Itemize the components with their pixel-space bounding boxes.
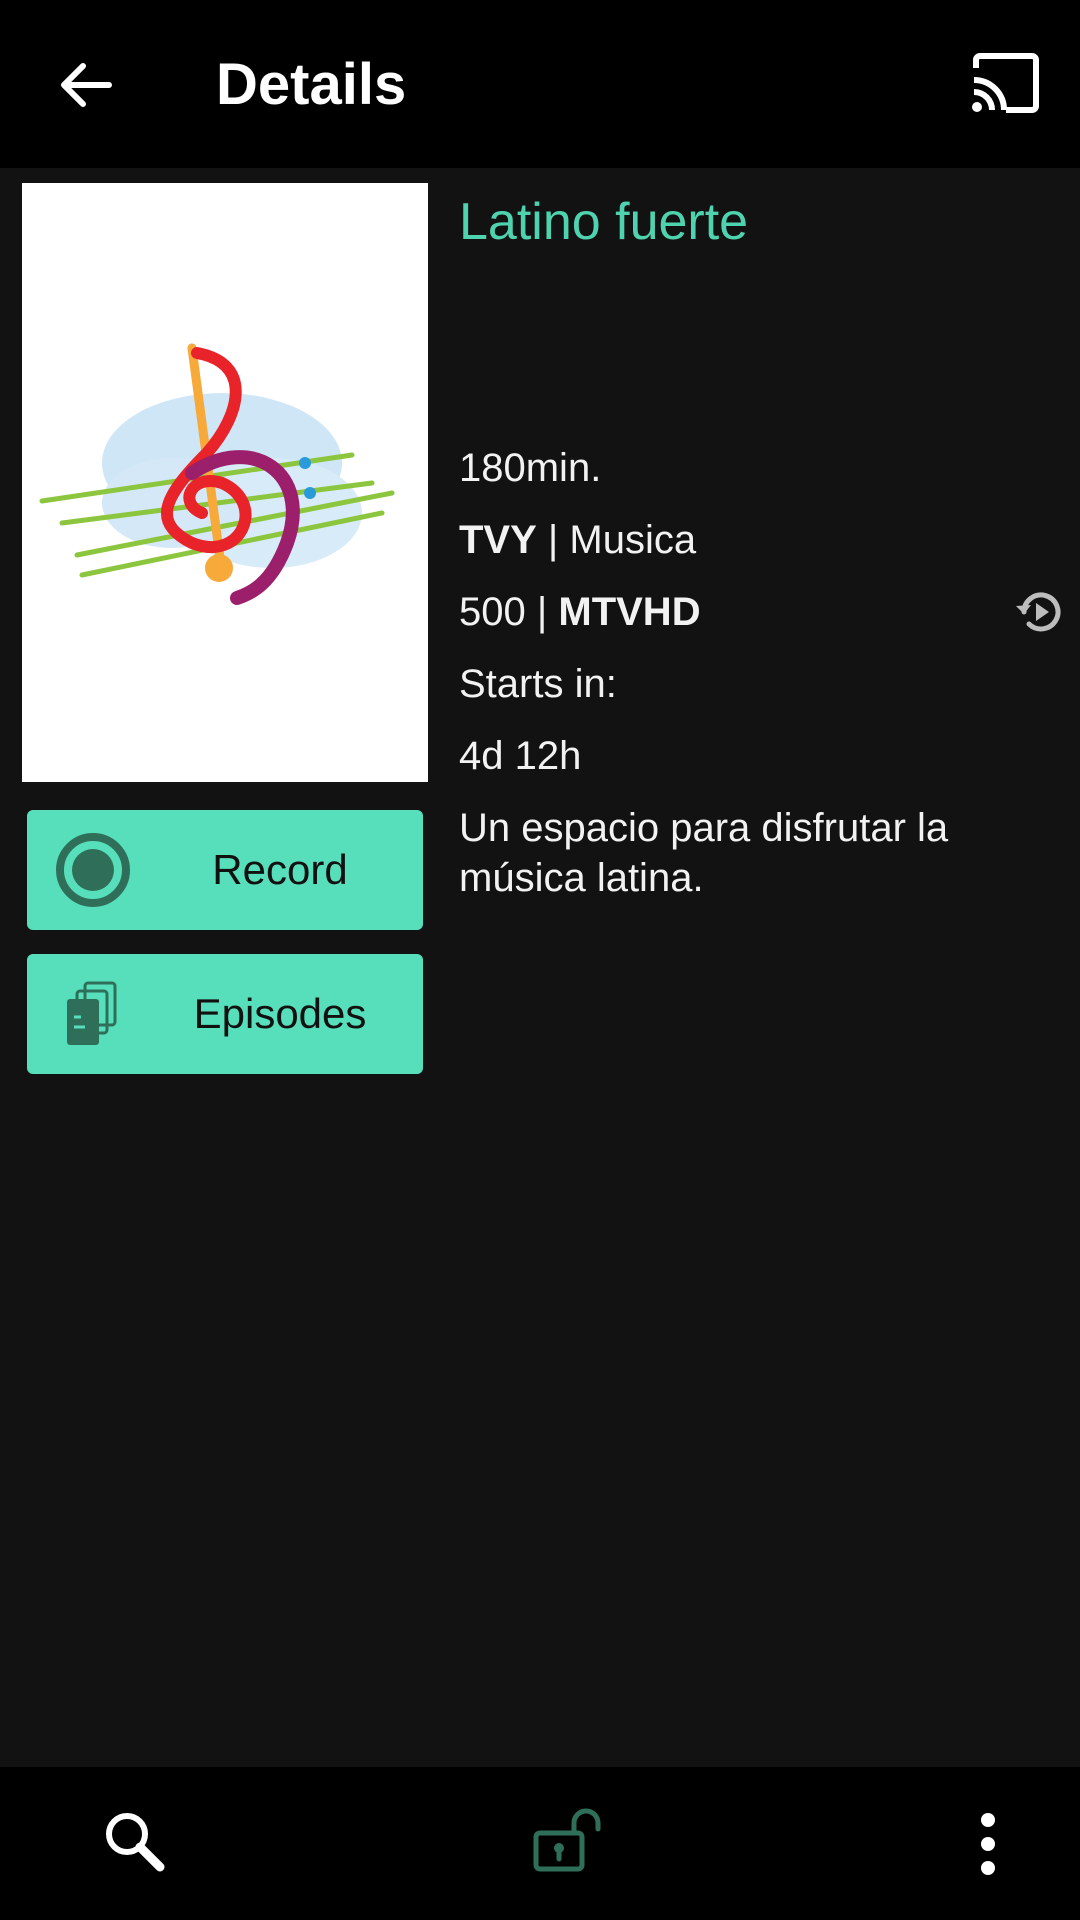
lock-open-icon xyxy=(533,1808,601,1872)
cast-button[interactable] xyxy=(970,52,1042,114)
bottom-nav-bar xyxy=(0,1767,1080,1920)
channel-name: MTVHD xyxy=(558,590,701,634)
cast-icon xyxy=(972,53,1039,113)
starts-in-label: Starts in: xyxy=(459,662,617,706)
more-options-button[interactable] xyxy=(968,1809,1008,1879)
search-icon xyxy=(106,1813,165,1872)
separator: | xyxy=(525,590,559,634)
record-button[interactable]: Record xyxy=(27,810,423,930)
program-rating-genre: TVY | Musica xyxy=(459,515,696,565)
program-description: Un espacio para disfrutar la música lati… xyxy=(459,806,949,900)
record-icon xyxy=(53,830,133,910)
record-label: Record xyxy=(212,846,348,893)
channel-number: 500 xyxy=(459,590,526,634)
program-title: Latino fuerte xyxy=(459,193,749,251)
episodes-icon xyxy=(53,974,133,1054)
arrow-back-icon xyxy=(61,63,112,107)
search-button[interactable] xyxy=(100,1807,170,1877)
top-app-bar: Details xyxy=(0,0,1080,168)
back-button[interactable] xyxy=(50,50,120,120)
program-duration: 180min. xyxy=(459,446,602,490)
replay-icon xyxy=(1016,592,1061,632)
music-clef-image xyxy=(22,183,428,782)
episodes-button[interactable]: Episodes xyxy=(27,954,423,1074)
program-genre: Musica xyxy=(569,518,697,562)
program-rating: TVY xyxy=(459,518,537,562)
episodes-label: Episodes xyxy=(193,990,367,1037)
separator: | xyxy=(536,518,570,562)
page-title: Details xyxy=(216,52,407,117)
parental-lock-button[interactable] xyxy=(530,1803,604,1877)
replay-button[interactable] xyxy=(1014,586,1066,638)
program-poster xyxy=(22,183,428,782)
program-channel: 500 | MTVHD xyxy=(459,587,701,637)
more-vert-icon xyxy=(981,1813,995,1827)
starts-in-value: 4d 12h xyxy=(459,734,582,778)
